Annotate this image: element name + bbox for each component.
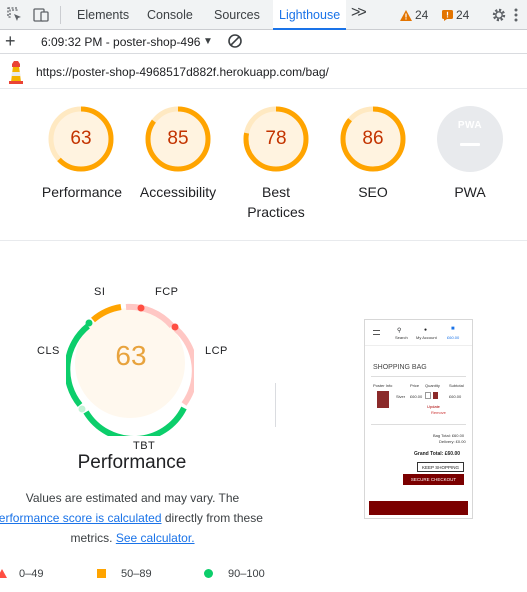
thumb-keep-shopping-button: KEEP SHOPPING [417, 462, 464, 472]
warnings-badge[interactable]: 24 [400, 8, 428, 24]
thumb-item-subtotal: £60.00 [449, 394, 462, 399]
legend-fail-label: 0–49 [19, 568, 44, 580]
thumb-col-subtotal: Subtotal [449, 383, 464, 388]
thumb-account-icon: ● [424, 327, 428, 333]
thumb-search-label: Search [395, 335, 408, 340]
score-calculation-link[interactable]: performance score is calculated [0, 511, 162, 525]
gauge-seo[interactable]: 86 [340, 106, 406, 172]
label-performance: Performance [41, 184, 123, 200]
score-accessibility: 85 [167, 128, 189, 149]
performance-score-large: 63 [115, 340, 147, 371]
tab-lighthouse[interactable]: Lighthouse [273, 0, 347, 30]
label-best-practices: Best Practices [247, 184, 305, 220]
report-selector[interactable]: 6:09:32 PM - poster-shop-4968517d882f.he… [41, 35, 201, 49]
thumb-poster-image [377, 391, 389, 408]
thumb-col-price: Price [410, 383, 420, 388]
tab-sources[interactable]: Sources [214, 0, 260, 30]
metric-label-tbt: TBT [133, 440, 156, 452]
thumb-col-info: Poster Info [373, 383, 393, 388]
issues-badge[interactable]: 24 [442, 8, 469, 24]
metric-label-si: SI [94, 286, 106, 298]
thumb-qty-button [433, 392, 438, 399]
metric-label-cls: CLS [37, 345, 60, 357]
lighthouse-logo-icon [7, 60, 25, 89]
thumb-footer [369, 501, 468, 515]
score-seo: 86 [362, 128, 384, 149]
more-options-icon[interactable] [513, 6, 527, 24]
score-best-practices: 78 [265, 128, 287, 149]
thumb-bag-total: £60.00 [447, 335, 460, 340]
average-square-icon [97, 569, 106, 578]
thumb-divider [371, 376, 466, 377]
gauge-best-practices[interactable]: 78 [243, 106, 309, 172]
thumb-col-qty: Quantity [425, 383, 440, 388]
label-accessibility: Accessibility [139, 184, 217, 200]
thumb-search-icon: ⚲ [397, 328, 402, 334]
see-calculator-link[interactable]: See calculator. [116, 531, 195, 545]
thumb-item-price: £60.00 [410, 394, 423, 399]
legend-average-label: 50–89 [121, 568, 152, 580]
score-performance: 63 [70, 128, 92, 149]
chevron-down-icon[interactable]: ▼ [203, 36, 213, 47]
thumb-heading: SHOPPING BAG [373, 364, 427, 371]
thumb-grand-total: Grand Total: £60.00 [414, 451, 461, 457]
thumb-checkout-button: SECURE CHECKOUT [403, 474, 464, 485]
gauge-pwa[interactable]: PWA [437, 106, 503, 172]
device-toolbar-icon[interactable] [32, 6, 50, 24]
issues-count: 24 [456, 8, 470, 22]
pass-circle-icon [204, 569, 213, 578]
thumb-divider-2 [371, 424, 466, 425]
issues-icon [442, 10, 453, 24]
warning-icon [400, 10, 412, 24]
vertical-divider [275, 383, 276, 427]
performance-note: Values are estimated and may vary. The p… [0, 488, 265, 548]
lighthouse-toolbar: + 6:09:32 PM - poster-shop-4968517d882f.… [0, 30, 527, 54]
pwa-badge-text: PWA [457, 120, 483, 131]
toolbar-divider [60, 6, 61, 24]
note-line-2: directly from these [164, 511, 263, 525]
note-line-1: Values are estimated and may vary. The [25, 491, 240, 505]
final-screenshot-thumbnail[interactable]: ⚲ Search ● My Account ■ £60.00 SHOPPING … [364, 319, 473, 519]
thumb-remove-link: Remove [431, 410, 446, 415]
devtools-tabbar: Elements Console Sources Lighthouse >> 2… [0, 0, 527, 30]
settings-gear-icon[interactable] [490, 6, 508, 24]
thumb-menu-icon [373, 330, 380, 335]
section-divider [0, 240, 527, 241]
tab-console[interactable]: Console [147, 0, 193, 30]
new-report-icon[interactable]: + [5, 31, 16, 52]
fail-triangle-icon [0, 569, 7, 578]
thumb-delivery-line: Delivery: £0.00 [439, 439, 466, 444]
audited-url[interactable]: https://poster-shop-4968517d882f.herokua… [36, 65, 329, 79]
metric-label-lcp: LCP [205, 345, 228, 357]
thumb-navbar: ⚲ Search ● My Account ■ £60.00 [365, 320, 472, 346]
thumb-item-name: Siver [396, 394, 406, 399]
gauge-accessibility[interactable]: 85 [145, 106, 211, 172]
label-pwa: PWA [454, 184, 486, 200]
label-seo: SEO [358, 184, 388, 200]
thumb-bag-total-line: Bag Total: £60.00 [433, 433, 465, 438]
tab-elements[interactable]: Elements [77, 0, 129, 30]
inspect-element-icon[interactable] [6, 6, 24, 24]
thumb-bag-icon: ■ [451, 326, 455, 332]
gauge-performance[interactable]: 63 [48, 106, 114, 172]
thumb-account-label: My Account [416, 335, 437, 340]
clear-reports-icon[interactable] [227, 33, 243, 54]
warnings-count: 24 [415, 8, 429, 22]
pwa-dash-icon [460, 143, 480, 146]
metric-label-fcp: FCP [155, 286, 179, 298]
more-tabs-button[interactable]: >> [351, 4, 367, 22]
thumb-update-link: Update [427, 404, 440, 409]
performance-heading: Performance [77, 452, 187, 473]
note-line-3: metrics. [70, 531, 113, 545]
legend-pass-label: 90–100 [228, 568, 265, 580]
thumb-qty-box [425, 392, 431, 399]
audited-url-bar: https://poster-shop-4968517d882f.herokua… [0, 55, 527, 89]
